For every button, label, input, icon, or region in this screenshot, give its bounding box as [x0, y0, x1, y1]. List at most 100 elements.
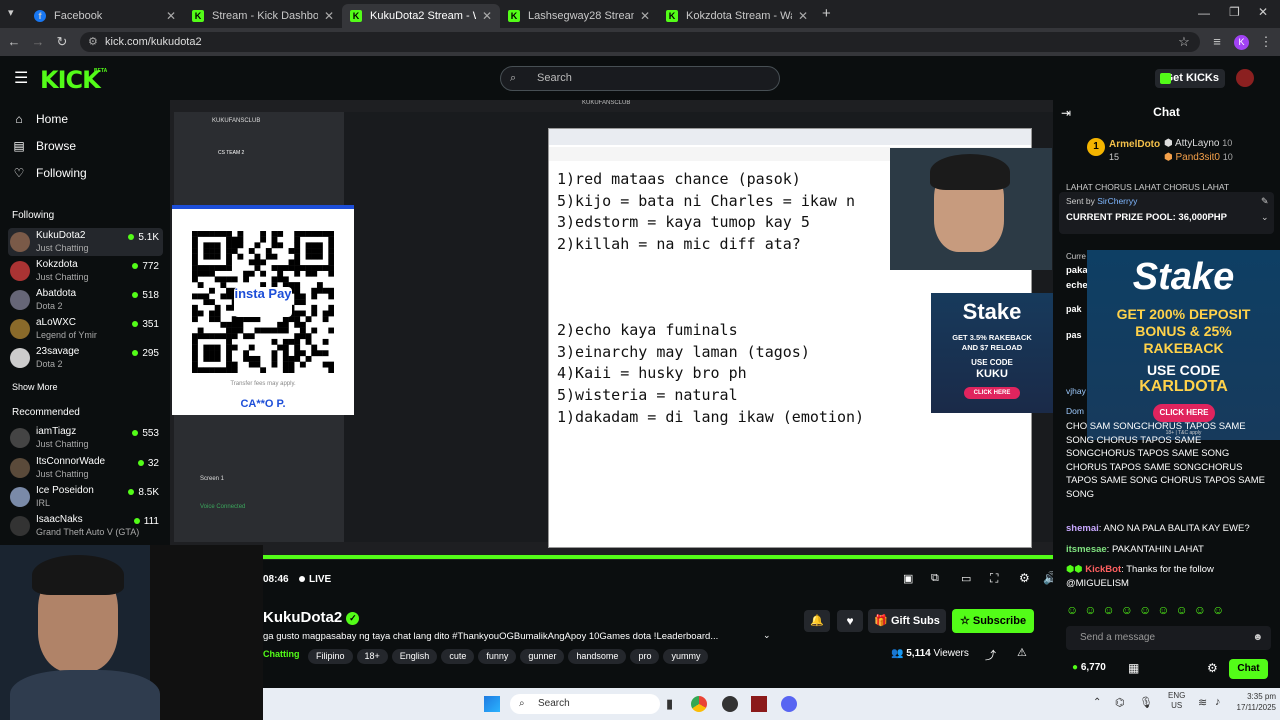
- stream-tag[interactable]: pro: [630, 649, 660, 664]
- share-icon[interactable]: ⤴: [985, 647, 996, 663]
- stream-tag[interactable]: gunner: [520, 649, 565, 664]
- speaker-icon[interactable]: ♪: [1215, 696, 1221, 708]
- tab-lashsegway28[interactable]: K Lashsegway28 Stream - Watch ✕: [500, 4, 658, 28]
- forward-icon[interactable]: →: [28, 32, 48, 52]
- language-indicator[interactable]: ENG US: [1168, 691, 1185, 711]
- fullscreen-icon[interactable]: ⛶: [990, 571, 998, 586]
- pinned-message[interactable]: Sent by SirCherryy CURRENT PRIZE POOL: 3…: [1059, 192, 1274, 234]
- emote-bar[interactable]: ☺☺☺☺☺☺☺☺☺: [1066, 603, 1271, 618]
- recommended-channel-iamtiagz[interactable]: iamTiagz Just Chatting 553: [8, 424, 163, 452]
- back-icon[interactable]: ←: [4, 32, 24, 52]
- hamburger-menu-icon[interactable]: ☰: [14, 68, 28, 88]
- stream-tag[interactable]: English: [391, 649, 438, 664]
- stream-tag[interactable]: Filipino: [308, 649, 353, 664]
- video-progress-bar[interactable]: [263, 555, 1053, 559]
- discord-icon[interactable]: [781, 696, 797, 712]
- recommended-channel-itsconnorwade[interactable]: ItsConnorWade Just Chatting 32: [8, 454, 163, 482]
- report-icon[interactable]: ⚠: [1017, 646, 1027, 659]
- close-icon[interactable]: ✕: [324, 9, 334, 23]
- kick-logo[interactable]: KICK: [40, 66, 101, 94]
- stake-ad-small[interactable]: Stake GET 3.5% RAKEBACK AND $7 RELOAD US…: [931, 293, 1053, 413]
- stream-tag[interactable]: funny: [478, 649, 517, 664]
- gift-subs-button[interactable]: 🎁 Gift Subs: [868, 609, 946, 633]
- pip-icon[interactable]: ▣: [903, 572, 913, 585]
- send-chat-button[interactable]: Chat: [1229, 659, 1268, 679]
- site-info-icon[interactable]: ⚙: [88, 32, 98, 52]
- following-channel-23savage[interactable]: 23savage Dota 2 295: [8, 344, 163, 372]
- bookmark-star-icon[interactable]: ☆: [1174, 32, 1194, 52]
- minimize-button[interactable]: —: [1198, 6, 1210, 20]
- notification-bell-button[interactable]: 🔔: [804, 610, 830, 632]
- leaderboard-user[interactable]: ⬢ Pand3sit0 10: [1164, 152, 1233, 163]
- tab-search-icon[interactable]: ▾: [8, 6, 14, 19]
- tray-chevron-icon[interactable]: ⌃: [1093, 697, 1101, 708]
- maximize-button[interactable]: ❐: [1229, 5, 1240, 19]
- store-icon[interactable]: ▦: [1128, 661, 1139, 675]
- ad-click-here-button[interactable]: CLICK HERE: [964, 387, 1020, 399]
- tab-kokzdota[interactable]: K Kokzdota Stream - Watch Live ✕: [658, 4, 816, 28]
- search-input[interactable]: ⌕ Search: [500, 66, 780, 91]
- leaderboard-user[interactable]: ArmelDoto: [1109, 139, 1160, 150]
- close-icon[interactable]: ✕: [482, 9, 492, 23]
- show-more-link[interactable]: Show More: [12, 382, 58, 392]
- ad-line: GET 200% DEPOSIT: [1116, 306, 1251, 322]
- emoji-icon[interactable]: ☻: [1252, 626, 1263, 650]
- leaderboard-user[interactable]: ⬢ AttyLayno 10: [1164, 138, 1232, 149]
- stream-channel-name[interactable]: KukuDota2 ✓: [263, 609, 360, 626]
- tray-mic-icon[interactable]: 🎙: [1139, 696, 1153, 709]
- following-channel-kokzdota[interactable]: Kokzdota Just Chatting 772: [8, 257, 163, 285]
- tab-facebook[interactable]: f Facebook ✕: [26, 4, 184, 28]
- close-icon[interactable]: ✕: [798, 9, 808, 23]
- recommended-channel-iceposeidon[interactable]: Ice Poseidon IRL 8.5K: [8, 483, 163, 511]
- clock[interactable]: 3:35 pm 17/11/2025: [1228, 691, 1276, 713]
- app-icon[interactable]: [751, 696, 767, 712]
- stream-tag[interactable]: cute: [441, 649, 475, 664]
- reading-list-icon[interactable]: ≡: [1207, 32, 1227, 52]
- new-tab-button[interactable]: +: [822, 5, 831, 22]
- file-explorer-icon[interactable]: ▮: [666, 696, 673, 712]
- obs-icon[interactable]: [722, 696, 738, 712]
- close-icon[interactable]: ✕: [640, 9, 650, 23]
- channel-points[interactable]: ● 6,770: [1072, 662, 1106, 673]
- url-input[interactable]: ⚙ kick.com/kukudota2: [80, 32, 1200, 52]
- following-channel-alowxc[interactable]: aLoWXC Legend of Ymir 351: [8, 315, 163, 343]
- notepad-line: [557, 277, 864, 299]
- tray-network-icon[interactable]: ⌬: [1115, 696, 1125, 709]
- subscribe-button[interactable]: ☆ Subscribe: [952, 609, 1034, 633]
- close-icon[interactable]: ✕: [166, 9, 176, 23]
- browser-menu-icon[interactable]: ⋮: [1256, 32, 1276, 52]
- profile-avatar[interactable]: K: [1234, 35, 1249, 50]
- reload-icon[interactable]: ↻: [52, 32, 72, 52]
- stream-tag[interactable]: yummy: [663, 649, 709, 664]
- pin-icon[interactable]: ✎: [1261, 196, 1269, 207]
- chat-settings-icon[interactable]: ⚙: [1207, 661, 1218, 675]
- chrome-icon[interactable]: [691, 696, 707, 712]
- follow-heart-button[interactable]: ♥: [837, 610, 863, 632]
- nav-home[interactable]: ⌂ Home: [12, 112, 68, 126]
- chat-input[interactable]: Send a message ☻: [1066, 626, 1271, 650]
- theater-mode-icon[interactable]: ▭: [961, 572, 971, 585]
- user-avatar[interactable]: [1236, 69, 1254, 87]
- clip-icon[interactable]: ⧉: [931, 572, 939, 585]
- title-expand-chevron-icon[interactable]: ⌄: [763, 630, 771, 641]
- nav-following[interactable]: ♡ Following: [12, 166, 87, 180]
- wifi-icon[interactable]: ≋: [1198, 696, 1207, 709]
- tab-kukudota2[interactable]: K KukuDota2 Stream - Watch Live ✕: [342, 4, 500, 28]
- nav-browse[interactable]: ▤ Browse: [12, 139, 76, 153]
- window-close-button[interactable]: ✕: [1258, 5, 1268, 19]
- following-channel-abatdota[interactable]: Abatdota Dota 2 518: [8, 286, 163, 314]
- stream-tag[interactable]: handsome: [568, 649, 627, 664]
- taskbar-search[interactable]: ⌕ Search: [510, 694, 660, 714]
- qr-account-name: CA**O P.: [240, 398, 286, 410]
- settings-gear-icon[interactable]: ⚙: [1019, 571, 1030, 585]
- stream-tag[interactable]: 18+: [356, 649, 388, 664]
- stream-category[interactable]: Chatting: [263, 649, 300, 659]
- chat-username[interactable]: Dom: [1066, 405, 1271, 419]
- tab-kick-dashboard[interactable]: K Stream - Kick Dashboard ✕: [184, 4, 342, 28]
- chevron-down-icon[interactable]: ⌄: [1261, 212, 1269, 223]
- following-channel-kukudota2[interactable]: KukuDota2 Just Chatting 5.1K: [8, 228, 163, 256]
- recommended-channel-isaacnaks[interactable]: IsaacNaks Grand Theft Auto V (GTA) 111: [8, 512, 163, 540]
- get-kicks-button[interactable]: Get KICKs: [1155, 69, 1225, 88]
- start-menu-icon[interactable]: [484, 696, 500, 712]
- chat-username[interactable]: vjhay: [1066, 385, 1271, 399]
